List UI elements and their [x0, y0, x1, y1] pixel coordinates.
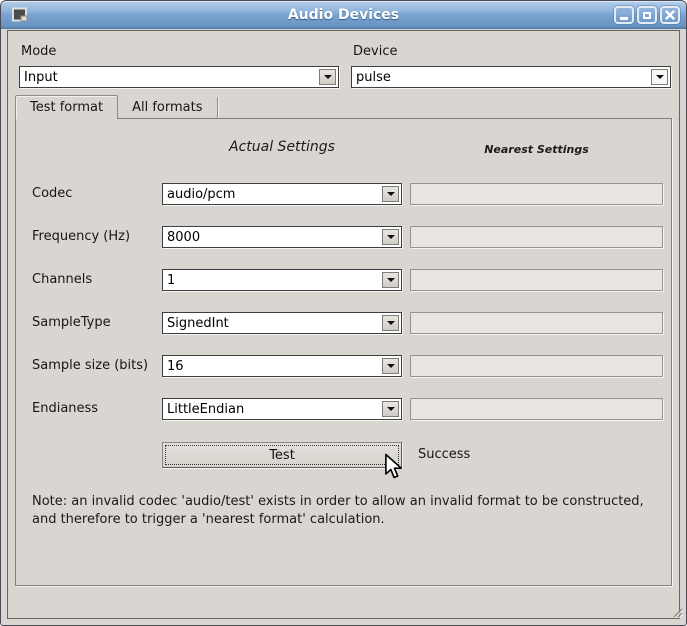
endianess-label: Endianess: [32, 401, 98, 416]
codec-select-value: audio/pcm: [167, 187, 401, 202]
chevron-down-icon: [387, 235, 395, 239]
sampletype-select-value: SignedInt: [167, 316, 401, 331]
channels-label: Channels: [32, 272, 92, 287]
frequency-dropdown-button[interactable]: [382, 229, 399, 245]
codec-label: Codec: [32, 186, 72, 201]
sampletype-nearest-field: [410, 312, 663, 334]
chevron-down-icon: [324, 75, 332, 79]
chevron-down-icon: [387, 364, 395, 368]
codec-dropdown-button[interactable]: [382, 186, 399, 202]
mode-dropdown-button[interactable]: [319, 69, 336, 85]
minimize-icon: [620, 17, 628, 20]
chevron-down-icon: [656, 75, 664, 79]
samplesize-dropdown-button[interactable]: [382, 358, 399, 374]
window-title: Audio Devices: [1, 7, 686, 23]
minimize-button[interactable]: [614, 6, 634, 24]
close-icon: [665, 10, 675, 20]
resize-grip[interactable]: [670, 603, 683, 622]
close-button[interactable]: [660, 6, 680, 24]
mode-select-value: Input: [24, 70, 338, 85]
mouse-cursor: [384, 453, 404, 485]
channels-dropdown-button[interactable]: [382, 272, 399, 288]
device-select[interactable]: pulse: [351, 66, 671, 88]
endianess-nearest-field: [410, 398, 663, 420]
frequency-nearest-field: [410, 226, 663, 248]
test-format-pane: Actual Settings Nearest Settings Codec a…: [15, 118, 672, 586]
codec-nearest-field: [410, 183, 663, 205]
frequency-select[interactable]: 8000: [162, 226, 402, 248]
chevron-down-icon: [387, 192, 395, 196]
samplesize-select[interactable]: 16: [162, 355, 402, 377]
tab-all-formats[interactable]: All formats: [118, 97, 217, 118]
codec-select[interactable]: audio/pcm: [162, 183, 402, 205]
tab-bar: Test format All formats: [15, 95, 218, 119]
note-text: Note: an invalid codec 'audio/test' exis…: [32, 493, 668, 529]
device-label: Device: [353, 44, 397, 59]
sampletype-label: SampleType: [32, 315, 111, 330]
nearest-settings-header: Nearest Settings: [410, 143, 663, 156]
endianess-select[interactable]: LittleEndian: [162, 398, 402, 420]
samplesize-nearest-field: [410, 355, 663, 377]
test-button[interactable]: Test: [162, 442, 402, 468]
maximize-icon: [643, 12, 651, 19]
maximize-button[interactable]: [637, 6, 657, 24]
audio-devices-window: Audio Devices Mode Input Device pulse Te…: [0, 0, 687, 626]
channels-select-value: 1: [167, 273, 401, 288]
sampletype-select[interactable]: SignedInt: [162, 312, 402, 334]
actual-settings-header: Actual Settings: [162, 139, 402, 155]
samplesize-select-value: 16: [167, 359, 401, 374]
chevron-down-icon: [387, 321, 395, 325]
frequency-select-value: 8000: [167, 230, 401, 245]
titlebar: Audio Devices: [1, 1, 686, 29]
channels-nearest-field: [410, 269, 663, 291]
tab-test-format[interactable]: Test format: [15, 95, 118, 119]
device-select-value: pulse: [356, 70, 670, 85]
endianess-select-value: LittleEndian: [167, 402, 401, 417]
channels-select[interactable]: 1: [162, 269, 402, 291]
mode-label: Mode: [21, 44, 56, 59]
status-text: Success: [418, 447, 470, 462]
chevron-down-icon: [387, 278, 395, 282]
client-area: Mode Input Device pulse Test format All …: [7, 30, 680, 619]
mode-select[interactable]: Input: [19, 66, 339, 88]
chevron-down-icon: [387, 407, 395, 411]
samplesize-label: Sample size (bits): [32, 358, 148, 373]
frequency-label: Frequency (Hz): [32, 229, 130, 244]
device-dropdown-button[interactable]: [651, 69, 668, 85]
endianess-dropdown-button[interactable]: [382, 401, 399, 417]
sampletype-dropdown-button[interactable]: [382, 315, 399, 331]
